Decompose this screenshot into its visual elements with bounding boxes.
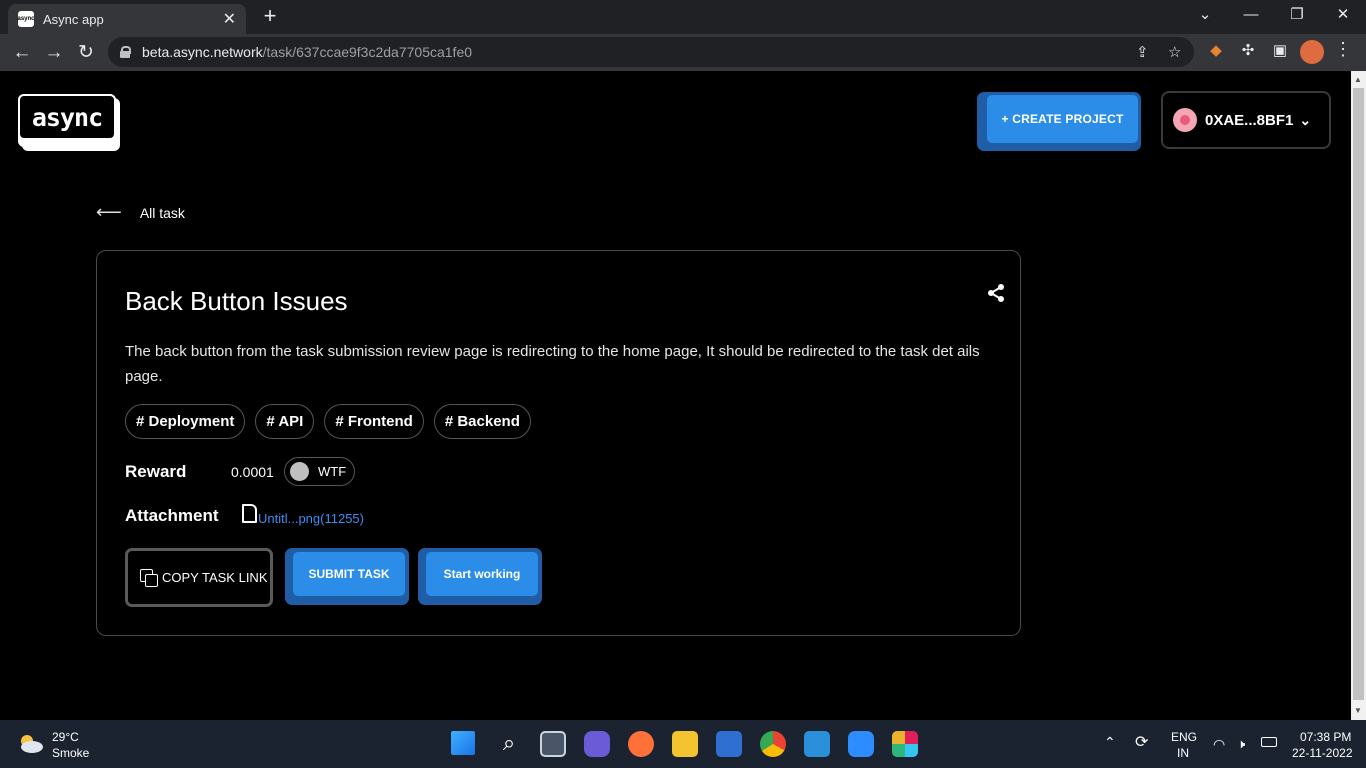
weather-temperature[interactable]: 29°C	[52, 730, 79, 744]
reward-amount: 0.0001	[231, 464, 274, 480]
wallet-dropdown[interactable]: 0XAE...8BF1 ⌄	[1161, 91, 1331, 149]
minimize-icon[interactable]: —	[1228, 0, 1274, 32]
firefox-icon[interactable]	[628, 731, 654, 757]
bookmark-star-icon[interactable]: ☆	[1168, 43, 1181, 61]
clock-time[interactable]: 07:38 PM	[1300, 730, 1351, 744]
weather-cloud-sun-icon[interactable]	[16, 731, 44, 755]
attachment-label: Attachment	[125, 506, 219, 525]
wifi-icon[interactable]: ◠	[1213, 736, 1225, 753]
tag-frontend[interactable]: # Frontend	[324, 404, 424, 439]
show-hidden-icons-chevron-icon[interactable]: ⌃	[1104, 734, 1116, 751]
battery-icon[interactable]	[1261, 737, 1277, 747]
browser-tab[interactable]: async Async app ✕	[8, 4, 246, 34]
metamask-extension-icon[interactable]: ◆	[1206, 41, 1226, 61]
submit-task-button[interactable]: SUBMIT TASK	[293, 552, 405, 596]
copy-task-link-label: COPY TASK LINK	[162, 570, 268, 585]
vscode-icon[interactable]	[804, 731, 830, 757]
back-to-all-tasks-link[interactable]: ⟵ All task	[96, 202, 185, 223]
share-icon[interactable]	[986, 283, 1006, 303]
chevron-down-icon: ⌄	[1299, 111, 1312, 128]
address-bar[interactable]: beta.async.network/task/637ccae9f3c2da77…	[108, 37, 1194, 67]
sync-update-icon[interactable]: ⟳	[1135, 732, 1148, 752]
clock-date[interactable]: 22-11-2022	[1292, 746, 1353, 760]
slack-icon[interactable]	[892, 731, 918, 757]
windows-start-icon[interactable]	[451, 731, 475, 755]
search-icon[interactable]: ⌕	[496, 731, 522, 757]
maximize-icon[interactable]: ❐	[1274, 0, 1320, 32]
browser-menu-icon[interactable]: ⋮	[1334, 39, 1352, 60]
start-working-button[interactable]: Start working	[426, 552, 538, 596]
url-path: /task/637ccae9f3c2da7705ca1fe0	[262, 44, 473, 60]
chrome-icon[interactable]	[760, 731, 786, 757]
copy-icon	[140, 568, 158, 587]
attachment-link[interactable]: Untitl...png(11255)	[258, 511, 364, 526]
back-arrow-icon[interactable]: ←	[9, 40, 35, 66]
scroll-down-icon[interactable]: ▼	[1354, 706, 1362, 715]
back-arrow-icon: ⟵	[96, 202, 122, 222]
wallet-avatar	[1173, 108, 1197, 132]
wallet-address: 0XAE...8BF1	[1205, 111, 1294, 129]
new-tab-icon[interactable]: +	[258, 5, 282, 29]
reward-label: Reward	[125, 462, 187, 481]
language-indicator-top[interactable]: ENG	[1171, 730, 1197, 744]
tag-deployment[interactable]: # Deployment	[125, 404, 246, 439]
share-page-icon[interactable]: ⇪	[1136, 43, 1149, 61]
reward-token-badge: WTF	[284, 457, 355, 486]
lock-icon	[120, 46, 131, 58]
teams-chat-icon[interactable]	[584, 731, 610, 757]
language-indicator-bottom[interactable]: IN	[1177, 746, 1189, 760]
tab-title: Async app	[43, 11, 104, 27]
tag-backend[interactable]: # Backend	[433, 404, 531, 439]
create-project-button[interactable]: + CREATE PROJECT	[987, 95, 1138, 143]
reward-token-name: WTF	[318, 464, 347, 479]
volume-muted-icon[interactable]: 🕨	[1237, 736, 1245, 752]
token-coin-icon	[290, 462, 309, 481]
scroll-thumb[interactable]	[1353, 88, 1364, 700]
file-icon	[242, 504, 257, 523]
zoom-icon[interactable]	[848, 731, 874, 757]
extensions-puzzle-icon[interactable]: ✣	[1238, 41, 1258, 61]
file-explorer-icon[interactable]	[672, 731, 698, 757]
weather-description[interactable]: Smoke	[52, 746, 89, 760]
microsoft-store-icon[interactable]	[716, 731, 742, 757]
copy-task-link-button[interactable]: COPY TASK LINK	[125, 548, 273, 607]
tab-close-icon[interactable]: ✕	[223, 9, 236, 29]
url-host: beta.async.network	[142, 44, 263, 60]
async-logo[interactable]: async	[18, 94, 116, 147]
task-view-icon[interactable]	[540, 731, 566, 757]
task-title: Back Button Issues	[125, 286, 348, 316]
tag-api[interactable]: # API	[255, 404, 315, 439]
task-tags: # Deployment # API # Frontend # Backend	[125, 404, 531, 439]
reload-icon[interactable]: ↻	[73, 40, 99, 66]
forward-arrow-icon[interactable]: →	[41, 40, 67, 66]
browser-toolbar: ← → ↻ beta.async.network/task/637ccae9f3…	[0, 34, 1366, 71]
side-panel-icon[interactable]: ▣	[1270, 41, 1290, 61]
scroll-up-icon[interactable]: ▲	[1354, 75, 1362, 84]
profile-avatar[interactable]	[1300, 40, 1324, 64]
async-favicon-icon: async	[18, 11, 35, 27]
tab-search-icon[interactable]: ⌄	[1182, 0, 1228, 32]
task-description: The back button from the task submission…	[125, 343, 980, 385]
logo-text: async	[18, 94, 116, 140]
window-close-icon[interactable]: ✕	[1320, 0, 1366, 32]
back-link-label: All task	[139, 204, 185, 221]
